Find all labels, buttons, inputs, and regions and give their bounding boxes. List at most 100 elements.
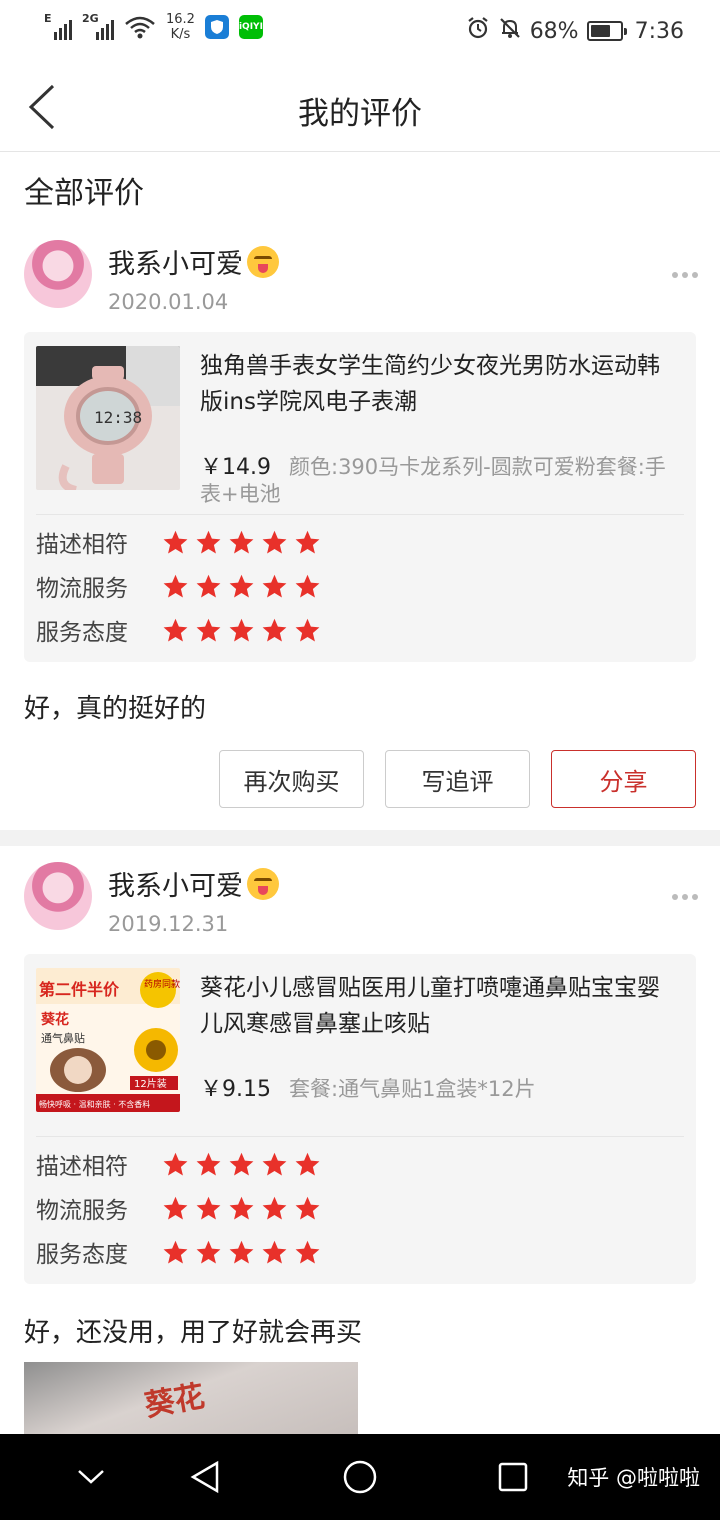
signal-label-1: E — [44, 12, 52, 25]
product-name: 葵花小儿感冒贴医用儿童打喷嚏通鼻贴宝宝婴儿风寒感冒鼻塞止咳贴 — [200, 975, 660, 1037]
tongue-emoji-icon — [247, 245, 279, 278]
wifi-icon — [124, 14, 156, 40]
star-icon — [229, 574, 254, 598]
hide-nav-button[interactable] — [70, 1456, 112, 1498]
product-meta: ￥9.15 套餐:通气鼻贴1盒装*12片 — [200, 1076, 680, 1103]
user-name: 我系小可爱 — [108, 242, 279, 281]
star-icon — [229, 1152, 254, 1176]
rating-label: 服务态度 — [36, 620, 128, 646]
product-price: ￥14.9 — [200, 455, 271, 480]
nav-recents-button[interactable] — [492, 1456, 534, 1498]
rating-row: 物流服务 — [36, 1186, 321, 1230]
divider — [36, 514, 684, 515]
chevron-down-icon — [78, 1470, 104, 1484]
avatar[interactable] — [24, 240, 92, 308]
battery-percent: 68% — [529, 18, 579, 44]
rating-label: 描述相符 — [36, 1154, 128, 1180]
network-speed: 16.2 K/s — [166, 12, 195, 42]
star-rating — [162, 529, 321, 556]
product-image-nasal-patch: 第二件半价 药房同款 葵花 通气鼻贴 12片装 畅快呼吸 · 温和亲肤 · 不含… — [36, 968, 180, 1112]
image-count-text: 12片装 — [134, 1077, 167, 1090]
speed-unit: K/s — [170, 27, 191, 42]
section-title: 全部评价 — [24, 176, 144, 211]
star-icon — [262, 1240, 287, 1264]
nav-back-button[interactable] — [184, 1456, 226, 1498]
star-icon — [262, 1196, 287, 1220]
review-text: 好，还没用，用了好就会再买 — [24, 1318, 363, 1348]
star-icon — [262, 574, 287, 598]
image-brand-text: 葵花 — [40, 1011, 69, 1028]
star-icon — [163, 1196, 188, 1220]
status-bar: E 2G 16.2 K/s iQIYI 68% 7:36 — [0, 0, 720, 62]
review-date: 2019.12.31 — [108, 912, 229, 936]
divider — [36, 1136, 684, 1137]
star-icon — [262, 618, 287, 642]
circle-home-icon — [343, 1460, 377, 1494]
star-icon — [196, 1196, 221, 1220]
star-icon — [295, 618, 320, 642]
square-recents-icon — [498, 1462, 528, 1492]
image-subtitle-text: 通气鼻贴 — [41, 1031, 85, 1045]
star-icon — [262, 530, 287, 554]
share-button[interactable]: 分享 — [551, 750, 696, 808]
star-rating — [162, 1239, 321, 1266]
star-rating — [162, 1151, 321, 1178]
star-icon — [196, 530, 221, 554]
avatar[interactable] — [24, 862, 92, 930]
signal-icon-1: E — [44, 12, 72, 40]
battery-icon — [586, 21, 627, 41]
product-name: 独角兽手表女学生简约少女夜光男防水运动韩版ins学院风电子表潮 — [200, 353, 660, 415]
product-spec: 套餐:通气鼻贴1盒装*12片 — [289, 1077, 536, 1101]
star-icon — [262, 1152, 287, 1176]
star-icon — [196, 618, 221, 642]
product-meta: ￥14.9 颜色:390马卡龙系列-圆款可爱粉套餐:手表+电池 — [200, 454, 680, 508]
product-image-watch: 12:38 — [36, 346, 180, 490]
rating-row: 服务态度 — [36, 608, 321, 652]
rating-label: 描述相符 — [36, 532, 128, 558]
battery-fill — [590, 25, 610, 37]
nav-home-button[interactable] — [339, 1456, 381, 1498]
more-options-button[interactable] — [672, 894, 698, 900]
rating-label: 物流服务 — [36, 576, 128, 602]
star-icon — [229, 618, 254, 642]
star-icon — [229, 1196, 254, 1220]
svg-text:12:38: 12:38 — [94, 408, 142, 427]
rebuy-button[interactable]: 再次购买 — [219, 750, 364, 808]
star-icon — [196, 1240, 221, 1264]
user-name: 我系小可爱 — [108, 864, 279, 903]
product-box[interactable]: 第二件半价 药房同款 葵花 通气鼻贴 12片装 畅快呼吸 · 温和亲肤 · 不含… — [24, 954, 696, 1284]
alarm-icon — [466, 16, 490, 46]
star-rating — [162, 1195, 321, 1222]
star-icon — [163, 618, 188, 642]
review-date: 2020.01.04 — [108, 290, 229, 314]
star-icon — [295, 1196, 320, 1220]
star-rating — [162, 573, 321, 600]
star-icon — [295, 1152, 320, 1176]
clock-time: 7:36 — [634, 18, 684, 44]
star-icon — [163, 1240, 188, 1264]
mute-bell-icon — [498, 16, 522, 46]
title-bar: 我的评价 — [0, 62, 720, 152]
star-icon — [163, 574, 188, 598]
signal-label-2: 2G — [82, 12, 99, 25]
star-icon — [196, 574, 221, 598]
star-icon — [295, 530, 320, 554]
user-name-text: 我系小可爱 — [108, 249, 243, 280]
star-icon — [229, 1240, 254, 1264]
section-divider — [0, 830, 720, 846]
review-text: 好，真的挺好的 — [24, 694, 207, 724]
star-rating — [162, 617, 321, 644]
iqiyi-app-icon: iQIYI — [238, 15, 263, 39]
star-icon — [295, 1240, 320, 1264]
product-box[interactable]: 12:38 独角兽手表女学生简约少女夜光男防水运动韩版ins学院风电子表潮 ￥1… — [24, 332, 696, 662]
star-icon — [163, 530, 188, 554]
more-options-button[interactable] — [672, 272, 698, 278]
review-photo[interactable]: 葵花 — [24, 1362, 358, 1434]
star-icon — [196, 1152, 221, 1176]
rating-row: 物流服务 — [36, 564, 321, 608]
tongue-emoji-icon — [247, 867, 279, 900]
product-price: ￥9.15 — [200, 1077, 271, 1102]
write-followup-button[interactable]: 写追评 — [385, 750, 530, 808]
speed-value: 16.2 — [166, 12, 195, 27]
image-footer-text: 畅快呼吸 · 温和亲肤 · 不含香料 — [39, 1099, 150, 1109]
